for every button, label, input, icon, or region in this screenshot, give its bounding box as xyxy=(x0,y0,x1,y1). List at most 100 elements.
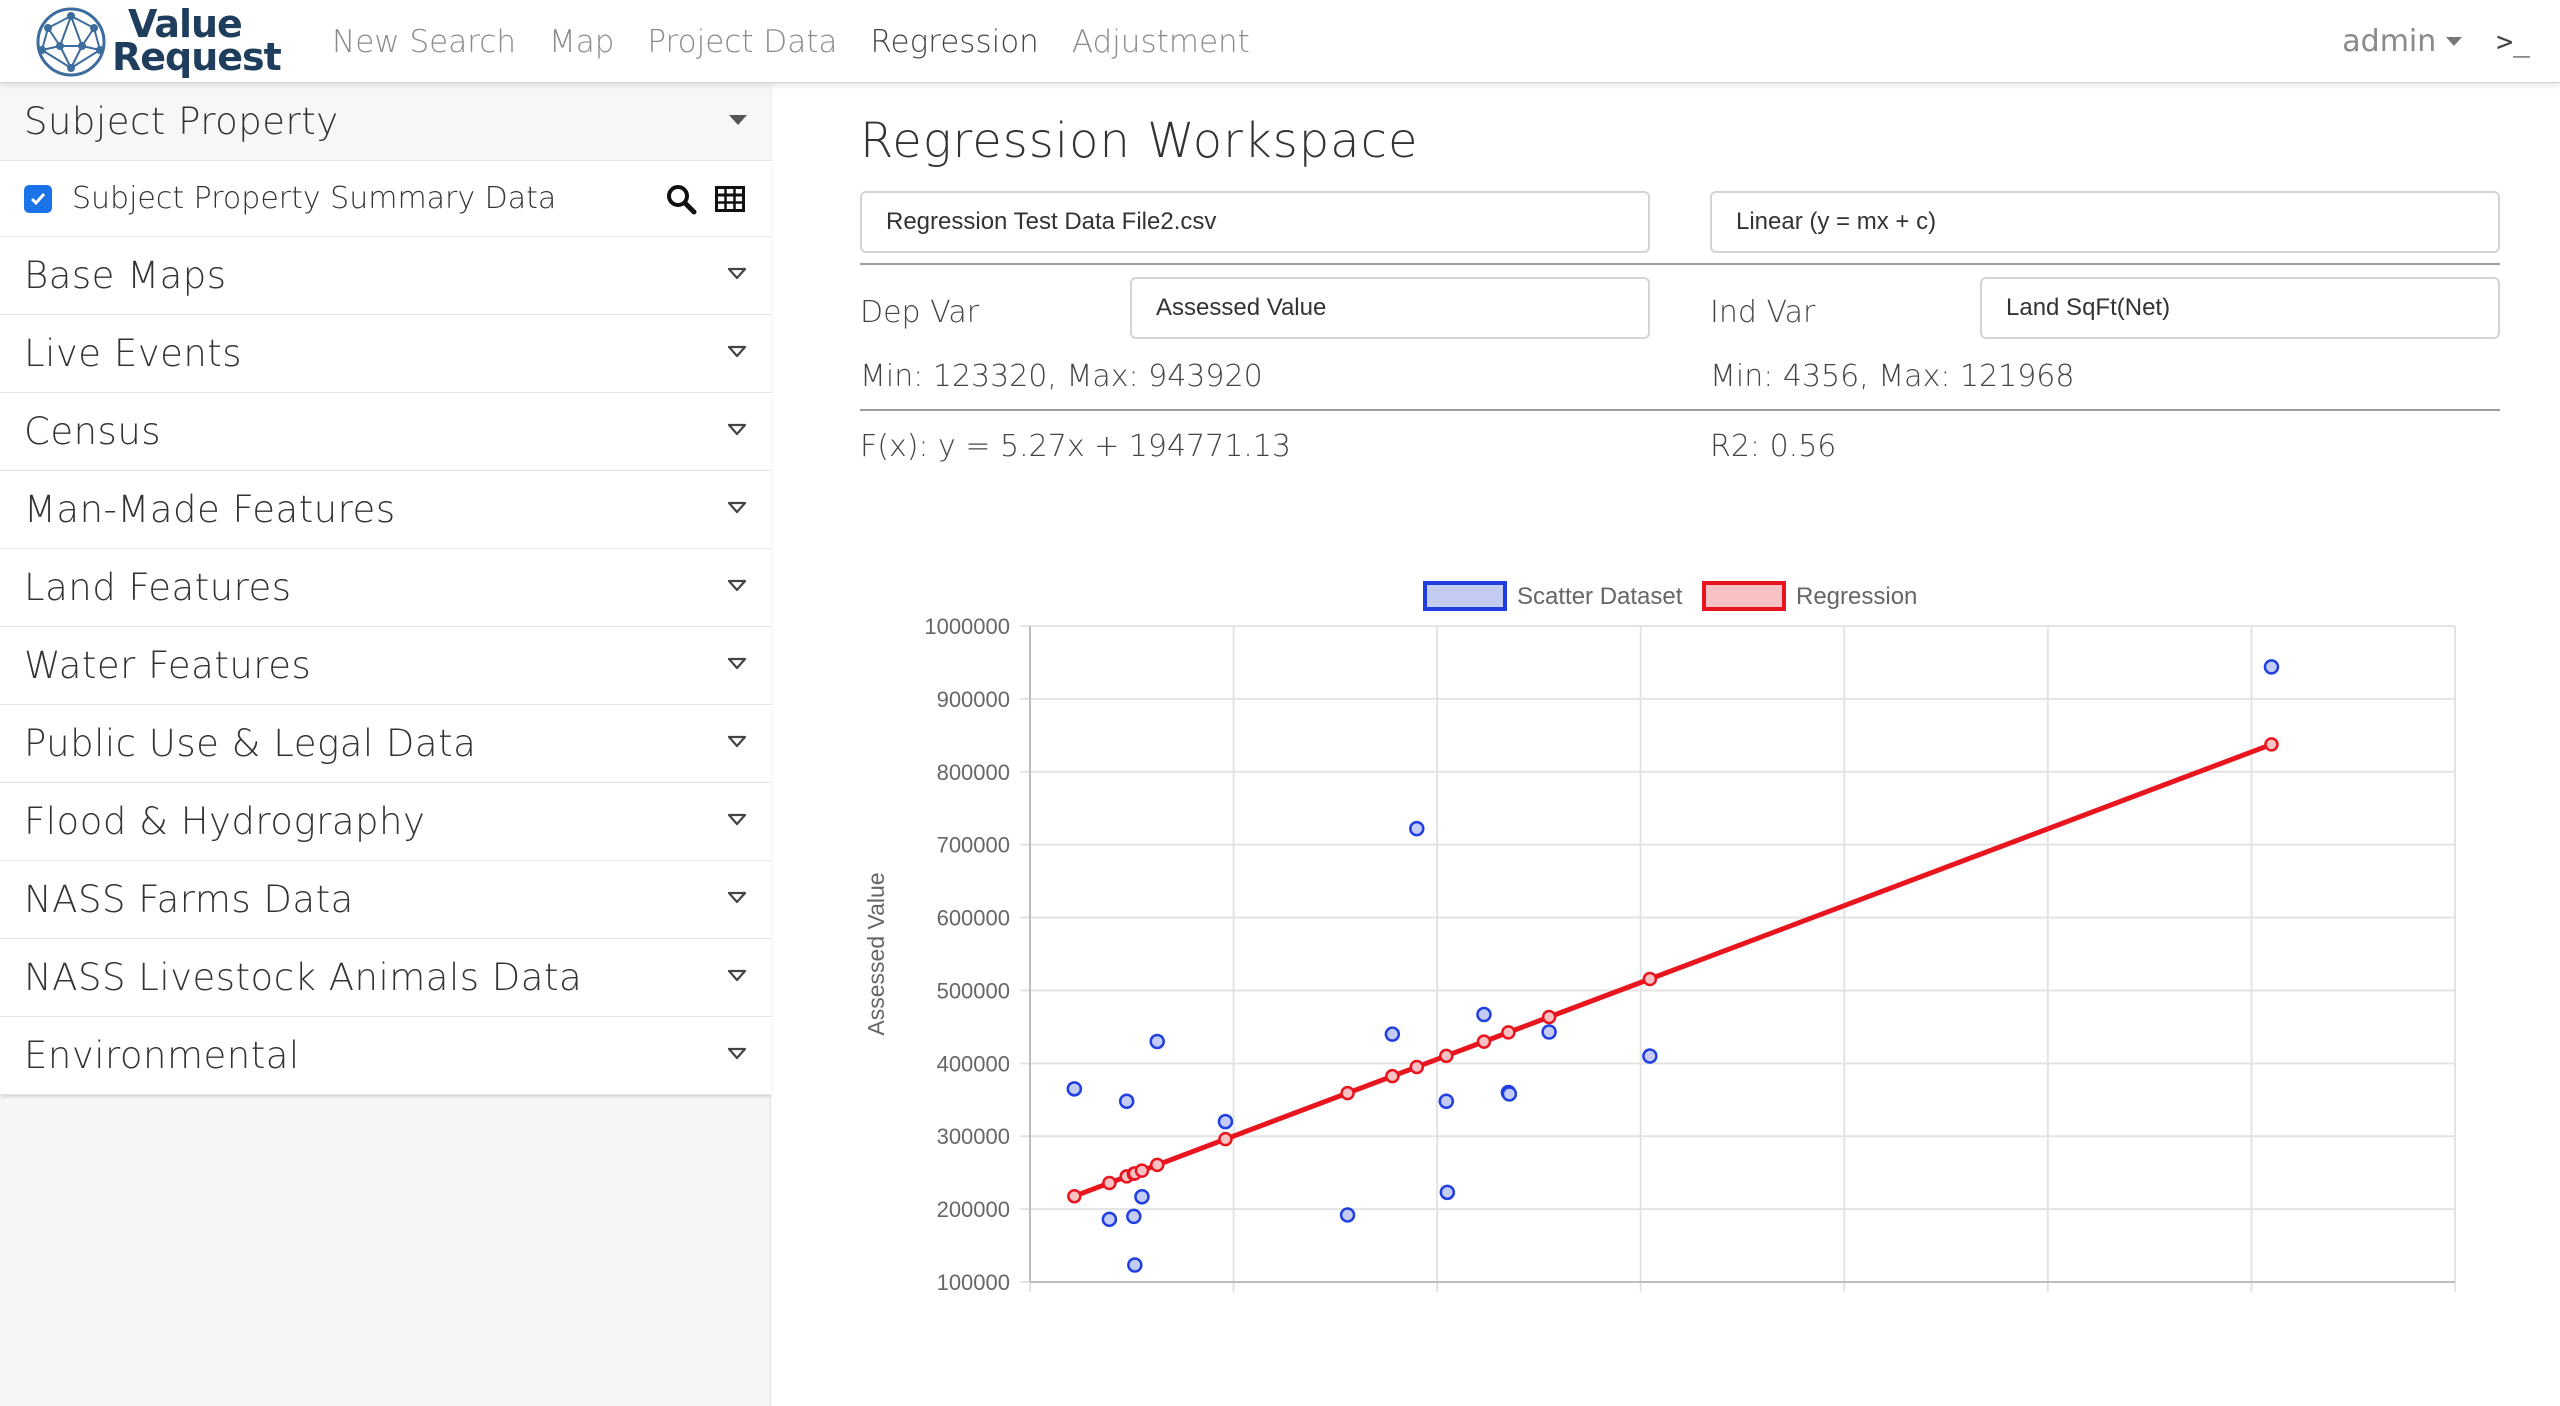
layer-subject-summary: Subject Property Summary Data xyxy=(0,161,771,237)
caret-down-icon[interactable] xyxy=(727,423,747,437)
r-squared: R2: 0.56 xyxy=(1710,429,1837,464)
table-icon[interactable] xyxy=(715,186,745,217)
legend-swatch-regression xyxy=(1702,581,1786,611)
panel-nass-farms-data[interactable]: NASS Farms Data xyxy=(0,861,771,939)
layer-sidebar: Subject Property Subject Property Summar… xyxy=(0,83,771,1406)
panel-subject-property[interactable]: Subject Property xyxy=(0,83,771,161)
scatter-point xyxy=(1439,1184,1456,1201)
panel-title: Water Features xyxy=(24,644,312,687)
y-tick-label: 200000 xyxy=(937,1197,1010,1222)
panel-title: Census xyxy=(24,410,162,453)
regression-point xyxy=(1439,1048,1454,1064)
brand-name: Value Request xyxy=(112,5,282,79)
x-tick-label: 80000 xyxy=(1814,1300,1875,1303)
nav-new-search[interactable]: New Search xyxy=(332,24,516,60)
main-nav: New Search Map Project Data Regression A… xyxy=(332,0,1283,83)
scatter-point xyxy=(1118,1093,1135,1109)
y-tick-label: 900000 xyxy=(937,687,1010,712)
regression-point xyxy=(2264,737,2279,752)
brand-line-2: Request xyxy=(112,35,282,79)
panel-title: Base Maps xyxy=(24,254,227,297)
regression-point xyxy=(1149,1157,1165,1173)
scatter-point xyxy=(1438,1093,1455,1109)
caret-down-icon[interactable] xyxy=(727,735,747,749)
panel-census[interactable]: Census xyxy=(0,393,771,471)
y-tick-label: 100000 xyxy=(937,1270,1010,1295)
nav-right: admin >_ xyxy=(2342,0,2530,83)
panel-land-features[interactable]: Land Features xyxy=(0,549,771,627)
panel-man-made-features[interactable]: Man-Made Features xyxy=(0,471,771,549)
model-select[interactable]: Linear (y = mx + c) xyxy=(1710,191,2500,253)
caret-down-icon[interactable] xyxy=(727,501,747,515)
y-axis-label: Assessed Value xyxy=(863,872,889,1035)
divider xyxy=(860,409,2500,411)
scatter-point xyxy=(1149,1033,1165,1050)
regression-point xyxy=(1218,1131,1233,1147)
scatter-point xyxy=(1066,1081,1083,1097)
caret-down-icon[interactable] xyxy=(727,657,747,671)
regression-point xyxy=(1501,1025,1516,1040)
panel-title: Subject Property xyxy=(24,100,339,143)
y-tick-label: 600000 xyxy=(937,906,1010,931)
caret-down-icon[interactable] xyxy=(727,813,747,827)
panel-title: NASS Farms Data xyxy=(24,878,354,921)
scatter-point xyxy=(1134,1188,1150,1205)
scatter-point xyxy=(1127,1257,1143,1273)
panel-water-features[interactable]: Water Features xyxy=(0,627,771,705)
nav-project-data[interactable]: Project Data xyxy=(647,24,837,60)
x-tick-label: 40000 xyxy=(1407,1300,1468,1303)
regression-point xyxy=(1642,971,1658,987)
panel-title: Flood & Hydrography xyxy=(24,800,426,843)
search-icon[interactable] xyxy=(665,183,697,220)
ind-var-select[interactable]: Land SqFt(Net) xyxy=(1980,277,2500,339)
scatter-point xyxy=(1476,1006,1492,1023)
x-tick-label: 100000 xyxy=(2011,1300,2084,1303)
scatter-point xyxy=(1409,820,1425,837)
caret-down-icon[interactable] xyxy=(727,579,747,593)
dep-var-select[interactable]: Assessed Value xyxy=(1130,277,1650,339)
regression-point xyxy=(1409,1059,1425,1075)
divider xyxy=(860,263,2500,265)
regression-point xyxy=(1340,1085,1355,1101)
check-icon xyxy=(30,192,46,205)
scatter-point xyxy=(1101,1211,1118,1228)
y-tick-label: 300000 xyxy=(937,1124,1010,1149)
legend-label-regression: Regression xyxy=(1796,583,1917,610)
user-menu[interactable]: admin xyxy=(2342,24,2463,59)
panel-title: Environmental xyxy=(24,1034,300,1077)
panel-environmental[interactable]: Environmental xyxy=(0,1017,771,1095)
x-tick-label: 140000 xyxy=(2418,1300,2491,1303)
scatter-point xyxy=(2263,659,2280,675)
nav-regression[interactable]: Regression xyxy=(870,24,1039,60)
nav-adjustment[interactable]: Adjustment xyxy=(1072,24,1250,60)
panel-nass-livestock-animals-data[interactable]: NASS Livestock Animals Data xyxy=(0,939,771,1017)
legend-swatch-scatter xyxy=(1423,581,1507,611)
caret-down-icon[interactable] xyxy=(727,891,747,905)
panel-live-events[interactable]: Live Events xyxy=(0,315,771,393)
x-tick-label: 120000 xyxy=(2215,1300,2288,1303)
panel-public-use-legal-data[interactable]: Public Use & Legal Data xyxy=(0,705,771,783)
terminal-icon[interactable]: >_ xyxy=(2496,25,2530,58)
panel-base-maps[interactable]: Base Maps xyxy=(0,237,771,315)
scatter-point xyxy=(1501,1086,1518,1102)
caret-down-icon[interactable] xyxy=(727,969,747,983)
regression-line xyxy=(1073,742,2273,1199)
nav-map[interactable]: Map xyxy=(549,24,614,60)
scatter-point xyxy=(1541,1024,1557,1040)
caret-down-icon[interactable] xyxy=(727,345,747,359)
ind-var-range: Min: 4356, Max: 121968 xyxy=(1710,359,2075,394)
panel-flood-hydrography[interactable]: Flood & Hydrography xyxy=(0,783,771,861)
caret-down-icon[interactable] xyxy=(727,267,747,281)
caret-down-icon[interactable] xyxy=(727,1047,747,1061)
caret-down-icon[interactable] xyxy=(729,115,747,125)
layer-checkbox[interactable] xyxy=(24,184,52,213)
dep-var-range: Min: 123320, Max: 943920 xyxy=(860,359,1263,394)
panel-list: Base Maps Live Events Census Man-Made Featu… xyxy=(0,237,771,1095)
regression-workspace: Regression Workspace Regression Test Dat… xyxy=(800,83,2560,1406)
scatter-point xyxy=(1217,1113,1234,1130)
regression-point xyxy=(1476,1034,1492,1049)
scatter-point xyxy=(1642,1048,1658,1064)
data-file-select[interactable]: Regression Test Data File2.csv xyxy=(860,191,1650,253)
layer-panels: Subject Property Subject Property Summar… xyxy=(0,83,771,1095)
brand-logo[interactable]: Value Request xyxy=(34,5,284,79)
